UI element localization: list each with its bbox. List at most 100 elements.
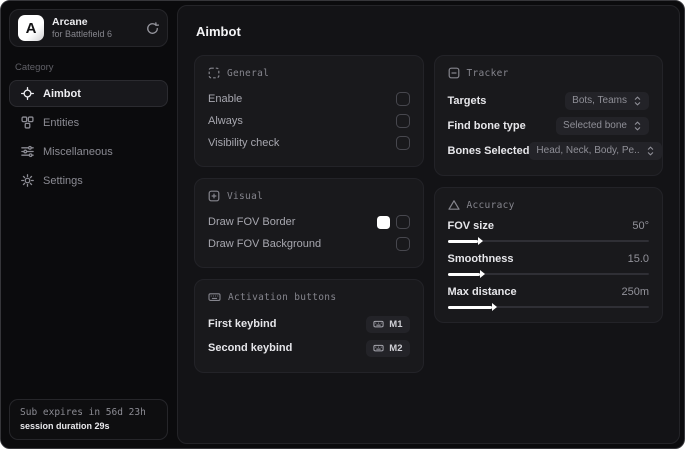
main-panel: Aimbot General Enable Always Visibility … bbox=[177, 5, 680, 444]
setting-row-draw-fov-border: Draw FOV Border bbox=[208, 211, 410, 233]
session-duration-text: session duration 29s bbox=[20, 421, 110, 431]
left-column: General Enable Always Visibility check V… bbox=[194, 55, 424, 373]
max-distance-slider-group: Max distance 250m bbox=[447, 286, 650, 311]
max-distance-slider[interactable] bbox=[447, 303, 649, 311]
visual-card-header: Visual bbox=[208, 190, 410, 202]
setting-row-first-keybind: First keybind M1 bbox=[208, 312, 410, 336]
keybind-value: M2 bbox=[389, 342, 403, 354]
first-keybind-button[interactable]: M1 bbox=[366, 315, 410, 333]
setting-row-always: Always bbox=[208, 110, 410, 132]
slider-label: Smoothness bbox=[447, 253, 514, 265]
visibility-check-checkbox[interactable] bbox=[395, 136, 410, 150]
chevron-up-down-icon bbox=[633, 95, 642, 107]
setting-row-enable: Enable bbox=[208, 88, 410, 110]
setting-label: Bones Selected bbox=[447, 144, 530, 157]
fov-size-slider-group: FOV size 50° bbox=[447, 220, 650, 245]
dashed-frame-icon bbox=[208, 67, 220, 79]
smoothness-slider[interactable] bbox=[447, 270, 649, 278]
sidebar-nav: Aimbot Entities Miscellaneous Settings bbox=[9, 80, 168, 194]
visual-card-title: Visual bbox=[227, 190, 264, 202]
activation-card-header: Activation buttons bbox=[208, 291, 410, 303]
select-value: Head, Neck, Body, Pe.. bbox=[536, 145, 640, 156]
sidebar-item-aimbot[interactable]: Aimbot bbox=[9, 80, 168, 107]
accuracy-card: Accuracy FOV size 50° Smoothness 15.0 Ma… bbox=[433, 187, 663, 323]
setting-row-find-bone-type: Find bone type Selected bone bbox=[447, 113, 649, 138]
activation-buttons-card: Activation buttons First keybind M1 Seco… bbox=[194, 279, 424, 373]
refresh-icon[interactable] bbox=[146, 21, 159, 35]
slider-fill[interactable] bbox=[447, 270, 486, 278]
app-logo: A bbox=[18, 15, 44, 41]
fov-border-color-swatch[interactable] bbox=[376, 215, 390, 229]
slider-head: FOV size 50° bbox=[448, 220, 650, 232]
activation-card-title: Activation buttons bbox=[228, 291, 337, 303]
gear-icon bbox=[21, 174, 34, 187]
slider-value: 15.0 bbox=[627, 253, 649, 265]
setting-label: Draw FOV Background bbox=[208, 238, 322, 250]
setting-label: Second keybind bbox=[208, 342, 293, 354]
fov-border-controls bbox=[376, 215, 410, 229]
bones-selected-select[interactable]: Head, Neck, Body, Pe.. bbox=[529, 141, 662, 160]
select-value: Bots, Teams bbox=[572, 95, 627, 106]
keyboard-icon bbox=[208, 291, 221, 303]
general-card-title: General bbox=[227, 67, 270, 79]
fov-size-slider[interactable] bbox=[447, 237, 649, 245]
setting-row-second-keybind: Second keybind M2 bbox=[208, 336, 410, 360]
app-title-block: Arcane for Battlefield 6 bbox=[52, 16, 112, 40]
general-card-header: General bbox=[208, 67, 410, 79]
always-checkbox[interactable] bbox=[395, 114, 410, 128]
page-title: Aimbot bbox=[196, 24, 241, 39]
slider-value: 50° bbox=[632, 220, 649, 232]
app-subtitle: for Battlefield 6 bbox=[52, 28, 113, 39]
setting-row-targets: Targets Bots, Teams bbox=[447, 88, 649, 113]
triangle-icon bbox=[447, 199, 460, 211]
draw-fov-border-checkbox[interactable] bbox=[395, 215, 410, 229]
sidebar-item-label: Aimbot bbox=[43, 87, 81, 100]
accuracy-card-title: Accuracy bbox=[466, 199, 515, 211]
smoothness-slider-group: Smoothness 15.0 bbox=[447, 253, 649, 278]
slider-label: FOV size bbox=[447, 220, 494, 232]
sidebar-item-label: Settings bbox=[43, 174, 83, 187]
slider-head: Max distance 250m bbox=[448, 286, 650, 298]
slider-value: 250m bbox=[621, 286, 649, 298]
app-header: A Arcane for Battlefield 6 bbox=[9, 9, 168, 47]
app-window: A Arcane for Battlefield 6 Category Aimb… bbox=[0, 0, 685, 449]
setting-row-draw-fov-background: Draw FOV Background bbox=[208, 233, 410, 255]
setting-label: Visibility check bbox=[208, 137, 280, 149]
setting-row-bones-selected: Bones Selected Head, Neck, Body, Pe.. bbox=[447, 138, 662, 163]
accuracy-card-header: Accuracy bbox=[447, 199, 650, 211]
setting-label: Find bone type bbox=[447, 119, 526, 132]
find-bone-type-select[interactable]: Selected bone bbox=[556, 116, 649, 135]
app-name: Arcane bbox=[52, 15, 88, 28]
sidebar-item-label: Entities bbox=[43, 116, 80, 129]
general-card: General Enable Always Visibility check bbox=[194, 55, 424, 167]
sliders-icon bbox=[21, 145, 34, 158]
tracker-card-title: Tracker bbox=[466, 67, 509, 79]
frame-minus-icon bbox=[448, 67, 460, 79]
visual-card: Visual Draw FOV Border Draw FOV Backgrou… bbox=[194, 178, 424, 268]
sidebar-item-settings[interactable]: Settings bbox=[9, 167, 168, 194]
entities-icon bbox=[21, 116, 34, 129]
content-columns: General Enable Always Visibility check V… bbox=[194, 55, 663, 373]
slider-fill[interactable] bbox=[447, 303, 498, 311]
select-value: Selected bone bbox=[563, 120, 627, 131]
tracker-card: Tracker Targets Bots, Teams Find bone ty… bbox=[433, 55, 663, 176]
setting-label: Always bbox=[208, 115, 243, 127]
slider-fill[interactable] bbox=[447, 237, 483, 245]
sidebar: A Arcane for Battlefield 6 Category Aimb… bbox=[1, 1, 176, 448]
chevron-up-down-icon bbox=[633, 120, 642, 132]
enable-checkbox[interactable] bbox=[395, 92, 410, 106]
category-label: Category bbox=[15, 62, 54, 73]
targets-select[interactable]: Bots, Teams bbox=[565, 91, 649, 110]
chevron-up-down-icon bbox=[646, 145, 655, 157]
sub-expires-text: Sub expires in 56d 23h bbox=[20, 407, 146, 418]
crosshair-icon bbox=[21, 87, 34, 100]
setting-label: Targets bbox=[447, 94, 487, 107]
tracker-card-header: Tracker bbox=[448, 67, 650, 79]
sidebar-item-miscellaneous[interactable]: Miscellaneous bbox=[9, 138, 168, 165]
sidebar-item-entities[interactable]: Entities bbox=[9, 109, 168, 136]
second-keybind-button[interactable]: M2 bbox=[366, 339, 410, 357]
right-column: Tracker Targets Bots, Teams Find bone ty… bbox=[433, 55, 663, 323]
draw-fov-background-checkbox[interactable] bbox=[395, 237, 410, 251]
setting-label: First keybind bbox=[208, 318, 277, 330]
app-logo-letter: A bbox=[25, 19, 37, 37]
